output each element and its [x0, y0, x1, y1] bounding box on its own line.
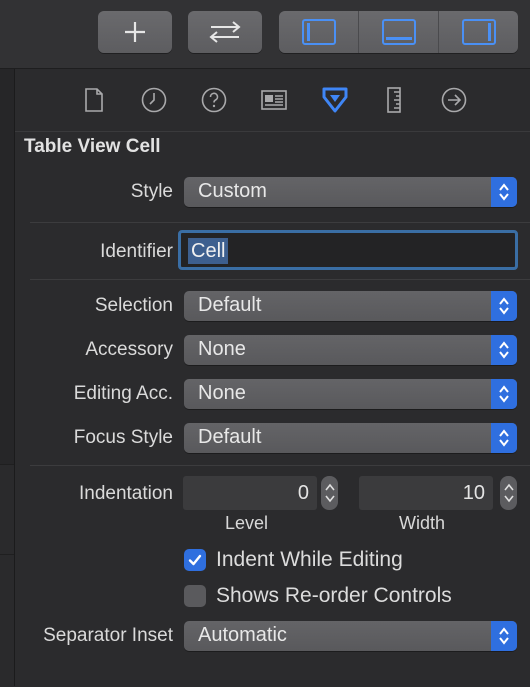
focus-style-label: Focus Style — [73, 427, 173, 448]
focus-style-popup[interactable]: Default — [184, 423, 517, 453]
divider — [30, 465, 530, 466]
focus-style-value: Default — [198, 426, 262, 448]
accessory-popup[interactable]: None — [184, 335, 517, 365]
bottom-panel-icon — [381, 19, 416, 45]
attributes-icon — [322, 87, 348, 113]
indentation-width-stepper[interactable] — [500, 476, 517, 510]
selection-value: Default — [198, 294, 262, 316]
indent-while-editing-label[interactable]: Indent While Editing — [216, 548, 403, 572]
identifier-field[interactable]: Cell — [178, 230, 518, 270]
accessory-value: None — [198, 338, 246, 360]
attributes-inspector: Table View Cell Style Custom Identifier … — [15, 69, 530, 686]
add-button[interactable] — [98, 11, 172, 53]
checkmark-icon — [188, 554, 202, 566]
help-icon — [201, 87, 227, 113]
connections-icon — [441, 87, 467, 113]
toolbar — [0, 0, 530, 69]
width-caption: Width — [399, 513, 446, 533]
editing-accessory-label: Editing Acc. — [73, 383, 173, 404]
section-title: Table View Cell — [24, 136, 161, 157]
editing-accessory-value: None — [198, 382, 246, 404]
separator-inset-value: Automatic — [198, 624, 287, 646]
tab-attributes-inspector[interactable] — [319, 85, 349, 115]
indentation-width-field[interactable]: 10 — [359, 476, 493, 510]
selection-label: Selection — [94, 295, 173, 316]
tab-size-inspector[interactable] — [379, 85, 409, 115]
indentation-width-value: 10 — [462, 482, 485, 504]
editing-accessory-popup[interactable]: None — [184, 379, 517, 409]
right-panel-icon — [461, 19, 496, 45]
tab-history-inspector[interactable] — [139, 85, 169, 115]
chevron-updown-icon — [491, 423, 517, 453]
separator-inset-label: Separator Inset — [43, 625, 173, 646]
editor-edge — [0, 69, 15, 687]
selection-popup[interactable]: Default — [184, 291, 517, 321]
level-caption: Level — [225, 513, 269, 533]
file-icon — [85, 88, 103, 112]
chevron-updown-icon — [491, 291, 517, 321]
style-popup[interactable]: Custom — [184, 177, 517, 207]
indentation-level-field[interactable]: 0 — [183, 476, 317, 510]
chevron-updown-icon — [491, 379, 517, 409]
indent-while-editing-checkbox[interactable] — [184, 549, 206, 571]
shows-reorder-controls-checkbox[interactable] — [184, 585, 206, 607]
inspector-tab-bar — [15, 69, 530, 132]
indentation-label: Indentation — [78, 483, 173, 504]
style-value: Custom — [198, 180, 267, 202]
tab-connections-inspector[interactable] — [439, 85, 469, 115]
accessory-label: Accessory — [85, 339, 173, 360]
separator-inset-popup[interactable]: Automatic — [184, 621, 517, 651]
chevron-updown-icon — [491, 621, 517, 651]
history-icon — [141, 87, 167, 113]
left-panel-icon — [301, 19, 336, 45]
toggle-navigator-button[interactable] — [279, 11, 359, 53]
chevron-updown-icon — [491, 335, 517, 365]
toggle-inspector-button[interactable] — [439, 11, 518, 53]
chevron-updown-icon — [491, 177, 517, 207]
identifier-label: Identifier — [100, 241, 173, 262]
divider — [30, 279, 530, 280]
style-label: Style — [130, 181, 173, 202]
size-ruler-icon — [387, 87, 401, 113]
layout-segmented-control — [279, 11, 518, 53]
tab-identity-inspector[interactable] — [259, 85, 289, 115]
swap-button[interactable] — [188, 11, 262, 53]
identifier-value: Cell — [188, 238, 229, 264]
tab-quick-help[interactable] — [199, 85, 229, 115]
divider — [30, 222, 530, 223]
shows-reorder-controls-label[interactable]: Shows Re-order Controls — [216, 584, 452, 608]
identity-icon — [261, 90, 287, 110]
indentation-level-stepper[interactable] — [321, 476, 338, 510]
swap-arrows-icon — [209, 21, 241, 43]
stepper-arrows-icon — [324, 483, 335, 503]
toggle-debug-area-button[interactable] — [359, 11, 439, 53]
indentation-level-value: 0 — [297, 482, 309, 504]
plus-icon — [125, 22, 145, 42]
tab-file-inspector[interactable] — [79, 85, 109, 115]
stepper-arrows-icon — [503, 483, 514, 503]
